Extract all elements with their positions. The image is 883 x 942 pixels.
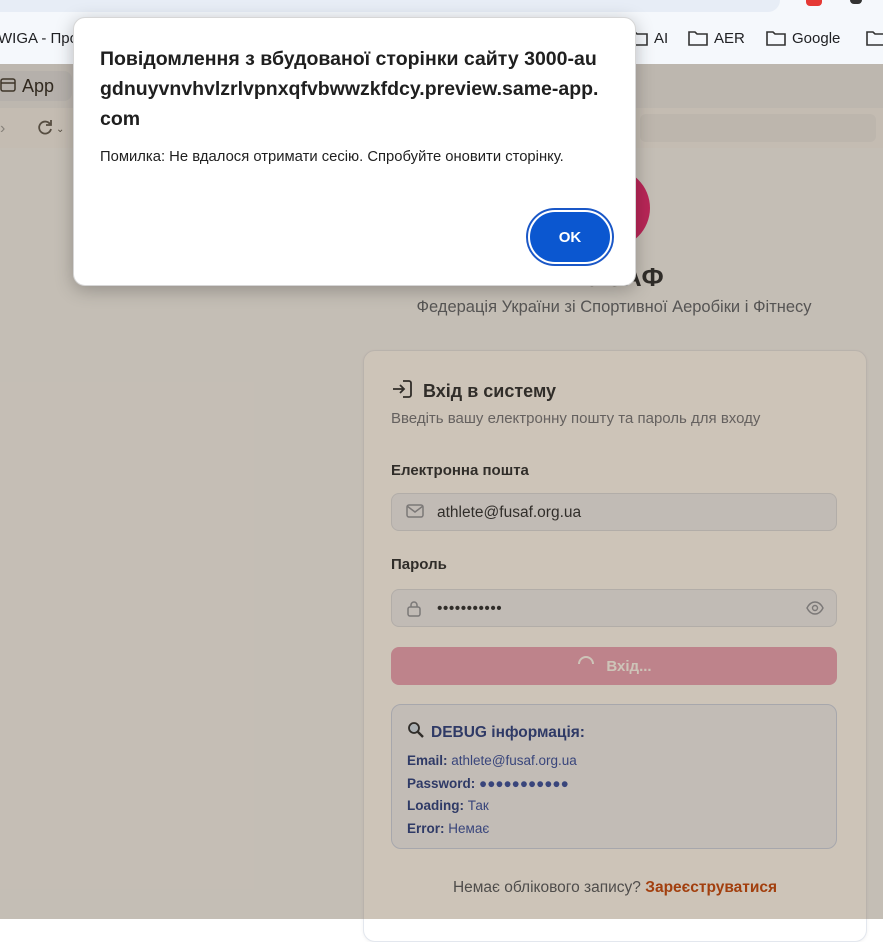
bookmark-wiga[interactable]: WIGA - Про — [0, 24, 78, 52]
bookmark-folder-google[interactable]: Google — [766, 24, 840, 52]
dialog-title: Повідомлення з вбудованої сторінки сайту… — [100, 48, 599, 130]
alert-dialog: Повідомлення з вбудованої сторінки сайту… — [73, 17, 636, 286]
bookmark-label: Google — [792, 29, 841, 47]
extension-icon[interactable] — [806, 0, 822, 6]
bookmark-label: AI — [654, 29, 669, 47]
address-bar[interactable] — [0, 0, 780, 12]
dialog-message: Помилка: Не вдалося отримати сесію. Спро… — [100, 149, 564, 165]
bookmark-label: WIGA - Про — [0, 29, 78, 47]
folder-icon — [866, 30, 883, 46]
bookmark-folder-aer[interactable]: AER — [688, 24, 745, 52]
bookmark-folder-more[interactable] — [866, 24, 883, 52]
bookmark-label: AER — [714, 29, 745, 47]
ok-button[interactable]: OK — [530, 212, 610, 262]
folder-icon — [688, 30, 708, 46]
folder-icon — [766, 30, 786, 46]
profile-icon[interactable] — [850, 0, 862, 4]
